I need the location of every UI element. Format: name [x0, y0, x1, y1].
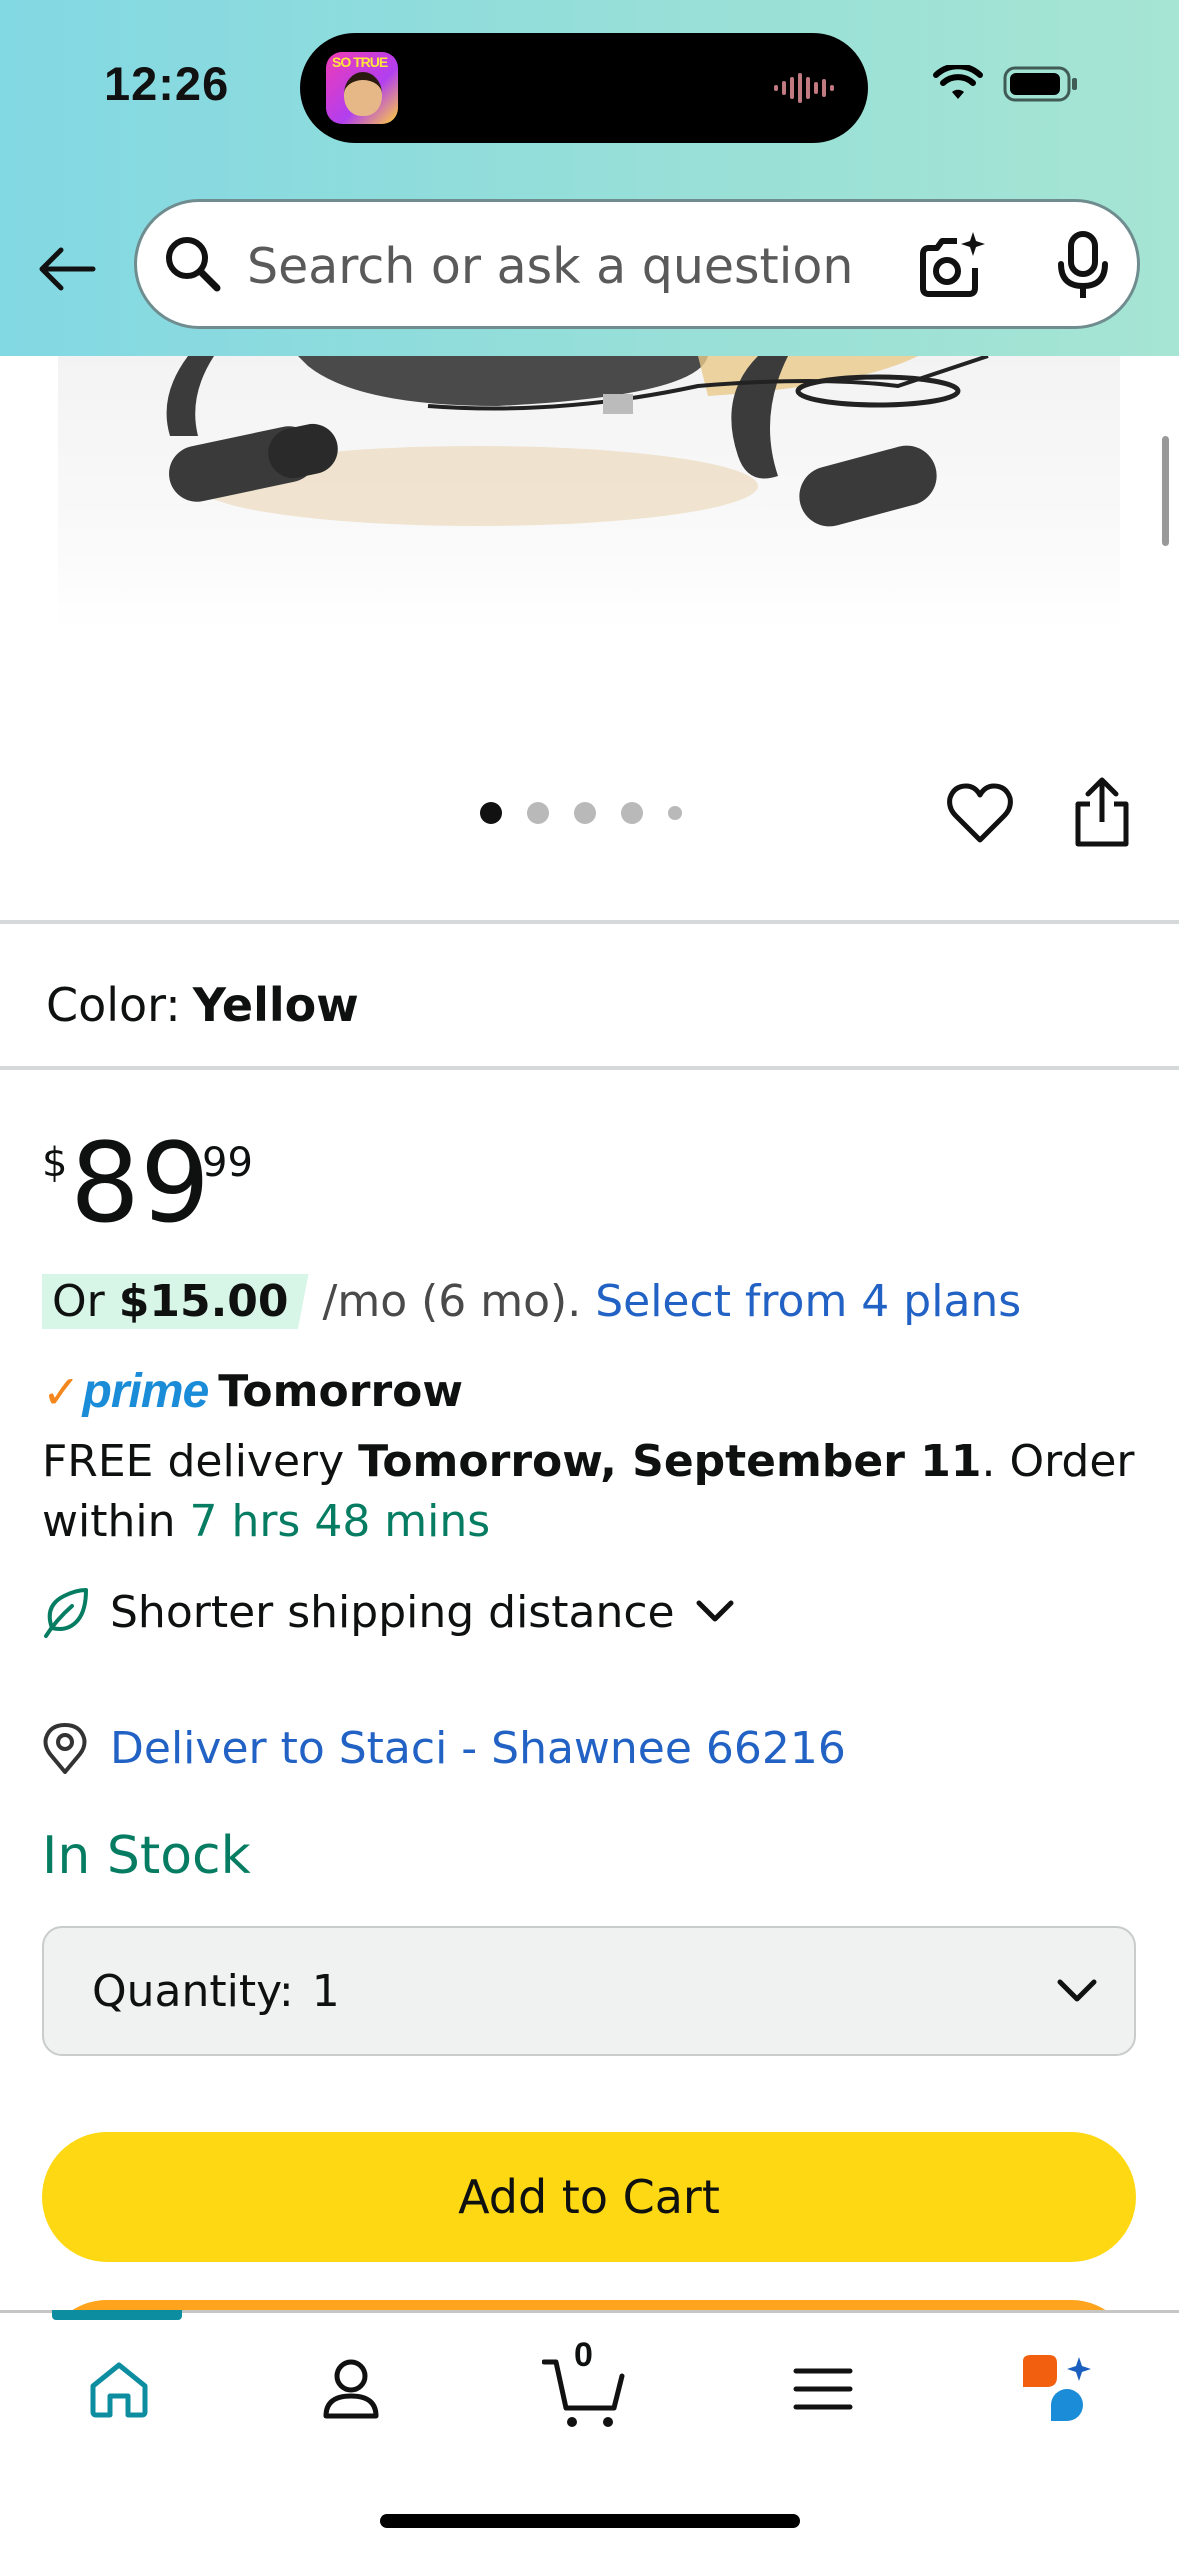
user-icon — [323, 2359, 379, 2419]
product-image[interactable] — [58, 356, 1120, 630]
prime-check-icon: ✓ — [42, 1365, 81, 1418]
thumbnail-text: SO TRUE — [332, 54, 388, 70]
home-indicator[interactable] — [380, 2514, 800, 2528]
app-header: 12:26 SO TRUE — [0, 0, 1179, 356]
color-label: Color: — [46, 978, 181, 1032]
price-currency: $ — [42, 1140, 68, 1186]
leaf-icon — [44, 1588, 88, 1638]
battery-icon — [1003, 66, 1077, 102]
installment-amount: $15.00 — [118, 1276, 289, 1327]
installment-highlight: Or $15.00 — [42, 1274, 309, 1329]
select-plans-link[interactable]: Select from 4 plans — [595, 1276, 1021, 1327]
nav-menu[interactable] — [778, 2344, 868, 2434]
audio-waveform-icon — [774, 73, 834, 103]
quantity-selector[interactable]: Quantity: 1 — [42, 1926, 1136, 2056]
location-pin-icon — [43, 1723, 87, 1774]
search-icon — [166, 237, 221, 292]
pagination-dot[interactable] — [621, 802, 643, 824]
camera-search-icon[interactable] — [913, 228, 989, 304]
installment-prefix: Or — [52, 1276, 105, 1327]
status-time: 12:26 — [104, 57, 230, 110]
nav-account[interactable] — [306, 2344, 396, 2434]
quantity-value: 1 — [311, 1965, 340, 2017]
pagination-dot[interactable] — [480, 802, 502, 824]
shipping-distance-toggle[interactable]: Shorter shipping distance — [42, 1586, 735, 1638]
pagination-dot[interactable] — [527, 802, 549, 824]
back-arrow-icon — [39, 247, 96, 291]
installment-term: /mo (6 mo). — [322, 1276, 582, 1327]
thumbnail-face — [344, 72, 382, 116]
heart-icon[interactable] — [946, 780, 1014, 848]
delivery-prefix: FREE delivery — [42, 1436, 345, 1487]
back-button[interactable] — [34, 236, 100, 302]
section-divider — [0, 1066, 1179, 1070]
prime-logo: prime — [82, 1365, 210, 1418]
pagination-dot[interactable] — [668, 806, 682, 820]
nav-cart[interactable]: 0 — [540, 2336, 630, 2434]
section-divider — [0, 920, 1179, 924]
stock-status: In Stock — [42, 1826, 251, 1886]
chevron-down-icon — [696, 1600, 734, 1622]
add-to-cart-button[interactable]: Add to Cart — [42, 2132, 1136, 2262]
now-playing-thumbnail[interactable]: SO TRUE — [326, 52, 398, 124]
menu-icon — [793, 2368, 853, 2410]
price-fraction: 99 — [202, 1140, 253, 1186]
price-whole: 89 — [70, 1119, 210, 1247]
wifi-icon — [933, 65, 983, 99]
cart-count: 0 — [574, 2336, 593, 2374]
shipping-note: Shorter shipping distance — [110, 1586, 675, 1638]
prime-badge: ✓ prime Tomorrow — [42, 1364, 463, 1419]
assistant-icon — [1023, 2355, 1091, 2421]
search-bar[interactable] — [134, 199, 1140, 329]
nav-rufus-assistant[interactable] — [1012, 2344, 1102, 2434]
search-input[interactable] — [247, 230, 887, 302]
color-selection[interactable]: Color: Yellow — [46, 978, 359, 1032]
home-icon — [90, 2362, 148, 2418]
quantity-label: Quantity: — [92, 1965, 294, 2017]
microphone-icon[interactable] — [1045, 228, 1121, 304]
deliver-to-link[interactable]: Deliver to Staci - Shawnee 66216 — [110, 1723, 846, 1774]
prime-speed: Tomorrow — [218, 1366, 464, 1417]
cart-wrapper: 0 — [540, 2336, 630, 2434]
deliver-to-location[interactable]: Deliver to Staci - Shawnee 66216 — [42, 1722, 846, 1774]
dynamic-island[interactable]: SO TRUE — [300, 33, 868, 143]
installment-offer: Or $15.00 /mo (6 mo). Select from 4 plan… — [42, 1274, 1021, 1329]
product-photo — [166, 356, 989, 527]
delivery-info: FREE delivery Tomorrow, September 11. Or… — [42, 1432, 1142, 1552]
scrollbar-thumb[interactable] — [1162, 436, 1169, 546]
status-icons — [933, 64, 1079, 104]
share-icon[interactable] — [1070, 776, 1134, 848]
active-tab-indicator — [52, 2310, 182, 2320]
color-value: Yellow — [192, 978, 359, 1032]
delivery-date: Tomorrow, September 11 — [358, 1436, 982, 1487]
delivery-countdown: 7 hrs 48 mins — [189, 1496, 491, 1547]
chevron-down-icon — [1057, 1979, 1097, 2002]
nav-home[interactable] — [74, 2344, 164, 2434]
pagination-dot[interactable] — [574, 802, 596, 824]
image-pagination-dots[interactable] — [480, 802, 682, 824]
